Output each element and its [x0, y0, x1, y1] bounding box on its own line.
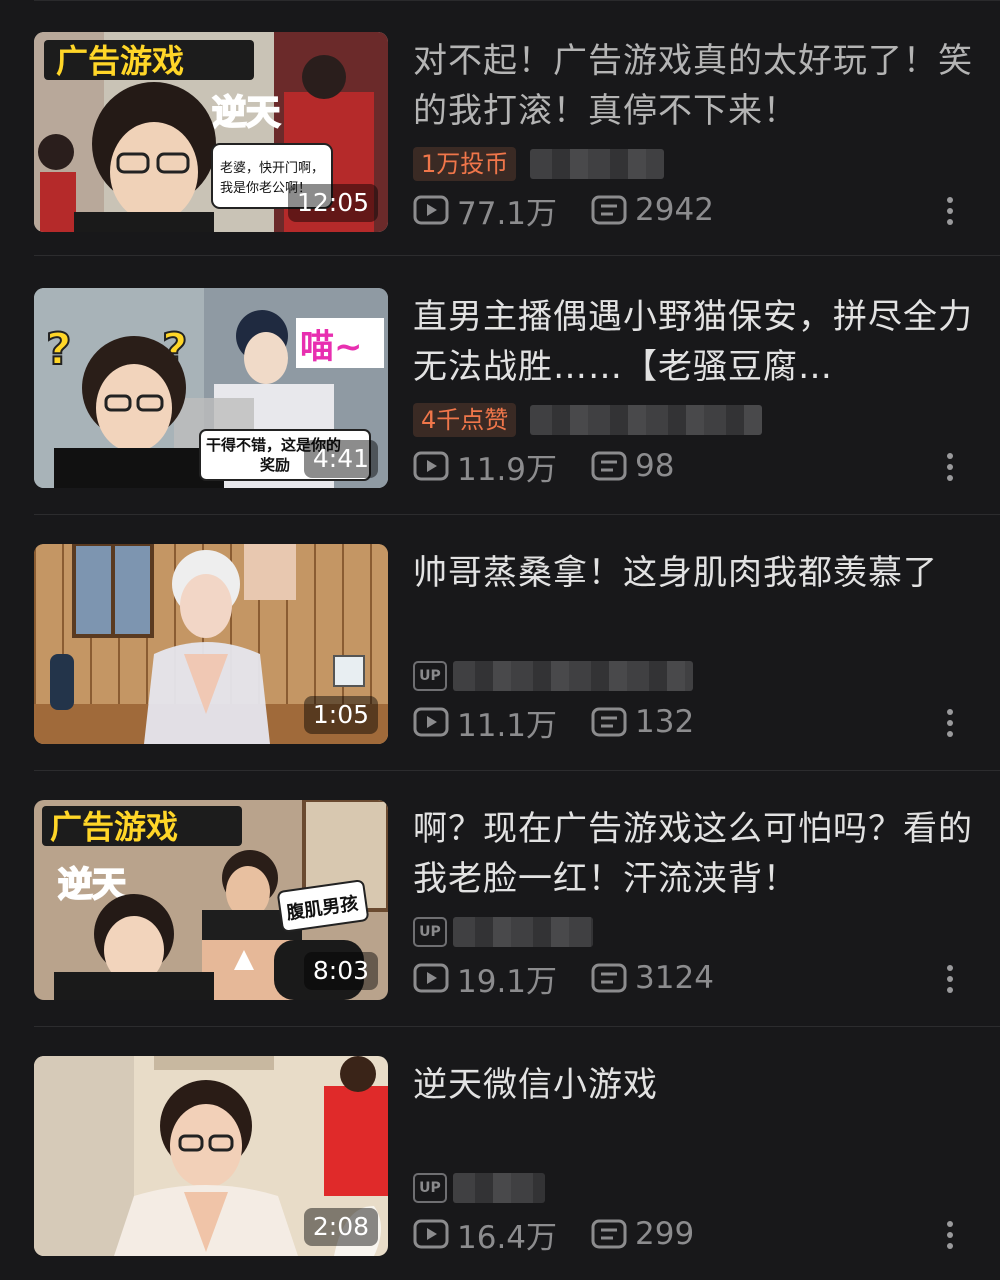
video-stats: 11.1万 132	[413, 702, 728, 744]
video-duration: 1:05	[303, 696, 378, 734]
video-card[interactable]: 2:08 逆天微信小游戏 UP 16.4万 299	[0, 1024, 1000, 1280]
video-duration: 2:08	[303, 1208, 378, 1246]
video-card[interactable]: 广告游戏 逆天 老婆，快开门啊， 我是你老公啊！ 12:05 对不起！广告游戏真…	[0, 0, 1000, 256]
thumb-text-1: 广告游戏	[50, 808, 178, 846]
svg-text:奖励: 奖励	[260, 456, 290, 474]
meta-row: UP	[413, 914, 593, 950]
more-vertical-icon[interactable]	[944, 1218, 956, 1252]
danmaku-icon	[591, 451, 627, 481]
video-stats: 77.1万 2942	[413, 190, 748, 232]
thumb-text-1: 广告游戏	[56, 42, 184, 80]
video-stats: 16.4万 299	[413, 1214, 728, 1256]
video-stats: 11.9万 98	[413, 446, 708, 488]
blurred-uploader-name[interactable]	[453, 661, 693, 691]
blurred-uploader-name[interactable]	[530, 149, 665, 179]
view-count: 19.1万	[457, 963, 558, 1000]
comment-count: 98	[635, 448, 675, 484]
video-thumbnail[interactable]: ? ? 喵~ 干得不错，这是你的 奖励 4:41	[34, 288, 388, 488]
video-card[interactable]: ? ? 喵~ 干得不错，这是你的 奖励 4:41 直男主播偶遇小野猫保安，拼尽全…	[0, 256, 1000, 515]
more-vertical-icon[interactable]	[944, 962, 956, 996]
blurred-uploader-name[interactable]	[453, 1173, 545, 1203]
video-thumbnail[interactable]: 2:08	[34, 1056, 388, 1256]
video-card[interactable]: 1:05 帅哥蒸桑拿！这身肌肉我都羡慕了 UP 11.1万 132	[0, 512, 1000, 771]
meta-row: UP	[413, 658, 693, 694]
comment-count: 299	[635, 1216, 695, 1252]
comment-count: 132	[635, 704, 695, 740]
up-tag-icon: UP	[413, 1173, 447, 1203]
video-title[interactable]: 啊？现在广告游戏这么可怕吗？看的我老脸一红！汗流浃背！	[413, 804, 973, 904]
danmaku-icon	[591, 195, 627, 225]
video-title[interactable]: 帅哥蒸桑拿！这身肌肉我都羡慕了	[413, 548, 973, 598]
meta-row: UP	[413, 1170, 545, 1206]
video-title[interactable]: 直男主播偶遇小野猫保安，拼尽全力无法战胜……【老骚豆腐…	[413, 292, 973, 392]
video-thumbnail[interactable]: 广告游戏 逆天 腹肌男孩 8:03	[34, 800, 388, 1000]
danmaku-icon	[591, 1219, 627, 1249]
play-count-icon	[413, 707, 449, 737]
up-tag-icon: UP	[413, 661, 447, 691]
video-duration: 4:41	[303, 440, 378, 478]
view-count: 11.1万	[457, 707, 558, 744]
meta-row: 4千点赞	[413, 402, 763, 438]
view-count: 77.1万	[457, 195, 558, 232]
comment-count: 3124	[635, 960, 714, 996]
thumb-text-q1: ?	[46, 324, 72, 375]
video-stats: 19.1万 3124	[413, 958, 748, 1000]
video-thumbnail[interactable]: 1:05	[34, 544, 388, 744]
video-duration: 8:03	[303, 952, 378, 990]
video-card[interactable]: 广告游戏 逆天 腹肌男孩 8:03 啊？现在广告游戏这么可怕吗？看的我老脸一红！…	[0, 768, 1000, 1027]
up-tag-icon: UP	[413, 917, 447, 947]
play-count-icon	[413, 1219, 449, 1249]
thumb-text-meow: 喵~	[300, 327, 363, 367]
view-count: 11.9万	[457, 451, 558, 488]
comment-count: 2942	[635, 192, 714, 228]
coin-badge: 1万投币	[413, 147, 517, 181]
play-count-icon	[413, 195, 449, 225]
thumb-text-2: 逆天	[212, 93, 280, 133]
play-count-icon	[413, 451, 449, 481]
video-title[interactable]: 对不起！广告游戏真的太好玩了！笑的我打滚！真停不下来！	[413, 36, 973, 136]
blurred-uploader-name[interactable]	[530, 405, 763, 435]
video-duration: 12:05	[287, 184, 378, 222]
play-count-icon	[413, 963, 449, 993]
video-title[interactable]: 逆天微信小游戏	[413, 1060, 973, 1110]
danmaku-icon	[591, 707, 627, 737]
video-thumbnail[interactable]: 广告游戏 逆天 老婆，快开门啊， 我是你老公啊！ 12:05	[34, 32, 388, 232]
more-vertical-icon[interactable]	[944, 450, 956, 484]
meta-row: 1万投币	[413, 146, 665, 182]
like-badge: 4千点赞	[413, 403, 517, 437]
more-vertical-icon[interactable]	[944, 706, 956, 740]
more-vertical-icon[interactable]	[944, 194, 956, 228]
danmaku-icon	[591, 963, 627, 993]
view-count: 16.4万	[457, 1219, 558, 1256]
svg-text:老婆，快开门啊，: 老婆，快开门啊，	[220, 161, 324, 176]
blurred-uploader-name[interactable]	[453, 917, 593, 947]
